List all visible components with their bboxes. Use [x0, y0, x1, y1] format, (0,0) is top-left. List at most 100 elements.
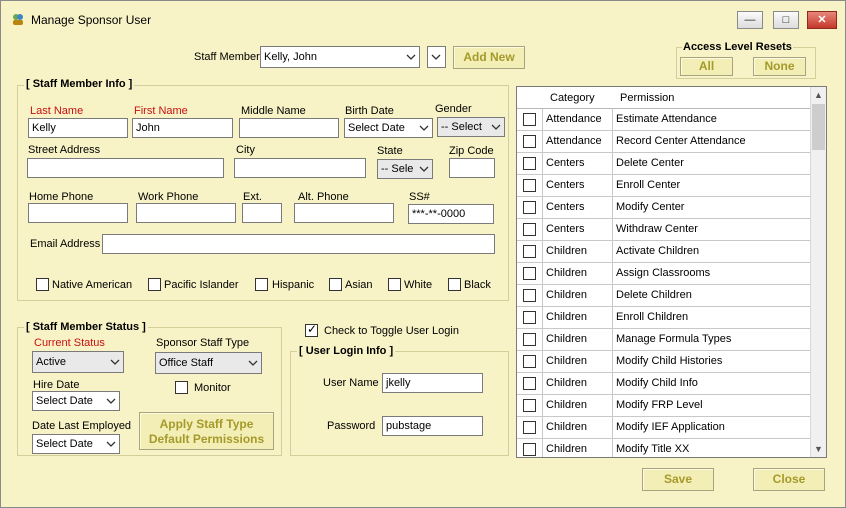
date-last-employed-label: Date Last Employed — [32, 420, 132, 432]
permission-checkbox[interactable] — [523, 355, 536, 368]
add-new-button[interactable]: Add New — [453, 46, 525, 69]
table-row[interactable]: Centers Enroll Center — [517, 175, 811, 197]
permission-checkbox[interactable] — [523, 113, 536, 126]
gender-select[interactable]: -- Select — [437, 117, 505, 137]
permission-cell: Withdraw Center — [616, 223, 698, 235]
table-row[interactable]: Children Modify Child Info — [517, 373, 811, 395]
table-row[interactable]: Centers Modify Center — [517, 197, 811, 219]
row-checkbox-cell — [517, 329, 543, 350]
asian-label: Asian — [345, 279, 373, 291]
table-row[interactable]: Children Modify FRP Level — [517, 395, 811, 417]
sponsor-staff-type-select[interactable]: Office Staff — [155, 352, 262, 374]
staff-member-filter-dropdown[interactable] — [427, 46, 446, 68]
row-checkbox-cell — [517, 131, 543, 152]
permission-checkbox[interactable] — [523, 311, 536, 324]
table-row[interactable]: Centers Delete Center — [517, 153, 811, 175]
permission-checkbox[interactable] — [523, 135, 536, 148]
birth-date-picker[interactable]: Select Date — [344, 118, 433, 138]
staff-member-select[interactable]: Kelly, John — [260, 46, 420, 68]
ext-field[interactable] — [242, 203, 282, 223]
table-row[interactable]: Centers Withdraw Center — [517, 219, 811, 241]
table-row[interactable]: Children Modify Child Histories — [517, 351, 811, 373]
permission-checkbox[interactable] — [523, 443, 536, 456]
table-row[interactable]: Children Modify IEF Application — [517, 417, 811, 439]
email-address-field[interactable] — [102, 234, 495, 254]
table-row[interactable]: Children Manage Formula Types — [517, 329, 811, 351]
apply-button-line1: Apply Staff Type — [159, 417, 254, 431]
permissions-scrollbar[interactable]: ▲ ▼ — [810, 87, 826, 457]
scroll-thumb[interactable] — [812, 104, 825, 150]
close-window-button[interactable]: ✕ — [807, 11, 837, 29]
chevron-down-icon — [106, 398, 116, 404]
permission-checkbox[interactable] — [523, 223, 536, 236]
save-button[interactable]: Save — [642, 468, 714, 491]
toggle-user-login-label: Check to Toggle User Login — [324, 325, 459, 337]
permission-checkbox[interactable] — [523, 421, 536, 434]
apply-staff-type-default-permissions-button[interactable]: Apply Staff Type Default Permissions — [139, 412, 274, 450]
permission-checkbox[interactable] — [523, 289, 536, 302]
zip-code-field[interactable] — [449, 158, 495, 178]
pacific-islander-checkbox[interactable] — [148, 278, 161, 291]
permission-checkbox[interactable] — [523, 157, 536, 170]
permission-checkbox[interactable] — [523, 245, 536, 258]
user-name-field[interactable]: jkelly — [382, 373, 483, 393]
ssn-field[interactable]: ***-**-0000 — [408, 204, 494, 224]
native-american-checkbox[interactable] — [36, 278, 49, 291]
last-name-field[interactable]: Kelly — [28, 118, 128, 138]
middle-name-field[interactable] — [239, 118, 339, 138]
scroll-down-icon[interactable]: ▼ — [811, 441, 826, 457]
hispanic-checkbox[interactable] — [255, 278, 268, 291]
table-row[interactable]: Children Enroll Children — [517, 307, 811, 329]
city-field[interactable] — [234, 158, 366, 178]
permissions-grid[interactable]: Category Permission Attendance Estimate A… — [516, 86, 827, 458]
toggle-user-login-checkbox[interactable] — [305, 322, 318, 337]
ssn-label: SS# — [409, 191, 430, 203]
permission-checkbox[interactable] — [523, 267, 536, 280]
white-label: White — [404, 279, 433, 291]
maximize-button[interactable]: □ — [773, 11, 799, 29]
permission-checkbox[interactable] — [523, 201, 536, 214]
scroll-up-icon[interactable]: ▲ — [811, 87, 826, 103]
category-column-header[interactable]: Category — [550, 92, 595, 104]
hire-date-picker[interactable]: Select Date — [32, 391, 120, 411]
table-row[interactable]: Children Assign Classrooms — [517, 263, 811, 285]
table-row[interactable]: Attendance Estimate Attendance — [517, 109, 811, 131]
ext-label: Ext. — [243, 191, 262, 203]
permission-cell: Modify Title XX — [616, 443, 690, 455]
hire-date-value: Select Date — [36, 395, 93, 407]
permission-checkbox[interactable] — [523, 179, 536, 192]
close-button[interactable]: Close — [753, 468, 825, 491]
hispanic-label: Hispanic — [272, 279, 315, 291]
birth-date-value: Select Date — [348, 122, 405, 134]
minimize-button[interactable]: — — [737, 11, 763, 29]
category-cell: Children — [543, 373, 613, 394]
chevron-down-icon — [419, 125, 429, 131]
white-checkbox[interactable] — [388, 278, 401, 291]
reset-all-button[interactable]: All — [680, 57, 733, 76]
alt-phone-field[interactable] — [294, 203, 394, 223]
date-last-employed-picker[interactable]: Select Date — [32, 434, 120, 454]
home-phone-field[interactable] — [28, 203, 128, 223]
permission-column-header[interactable]: Permission — [620, 92, 674, 104]
table-row[interactable]: Children Delete Children — [517, 285, 811, 307]
title-bar: Manage Sponsor User — □ ✕ — [1, 1, 845, 35]
black-checkbox[interactable] — [448, 278, 461, 291]
permission-checkbox[interactable] — [523, 333, 536, 346]
table-row[interactable]: Children Activate Children — [517, 241, 811, 263]
permission-checkbox[interactable] — [523, 399, 536, 412]
password-field[interactable]: pubstage — [382, 416, 483, 436]
table-row[interactable]: Children Modify Title XX — [517, 439, 811, 457]
permission-checkbox[interactable] — [523, 377, 536, 390]
current-status-label: Current Status — [34, 337, 105, 349]
current-status-select[interactable]: Active — [32, 351, 124, 373]
table-row[interactable]: Attendance Record Center Attendance — [517, 131, 811, 153]
street-address-field[interactable] — [27, 158, 224, 178]
row-checkbox-cell — [517, 263, 543, 284]
reset-none-button[interactable]: None — [753, 57, 806, 76]
monitor-checkbox[interactable] — [175, 381, 188, 394]
work-phone-field[interactable] — [136, 203, 236, 223]
state-select[interactable]: -- Sele — [377, 159, 433, 179]
apply-button-line2: Default Permissions — [148, 432, 265, 446]
asian-checkbox[interactable] — [329, 278, 342, 291]
first-name-field[interactable]: John — [132, 118, 233, 138]
